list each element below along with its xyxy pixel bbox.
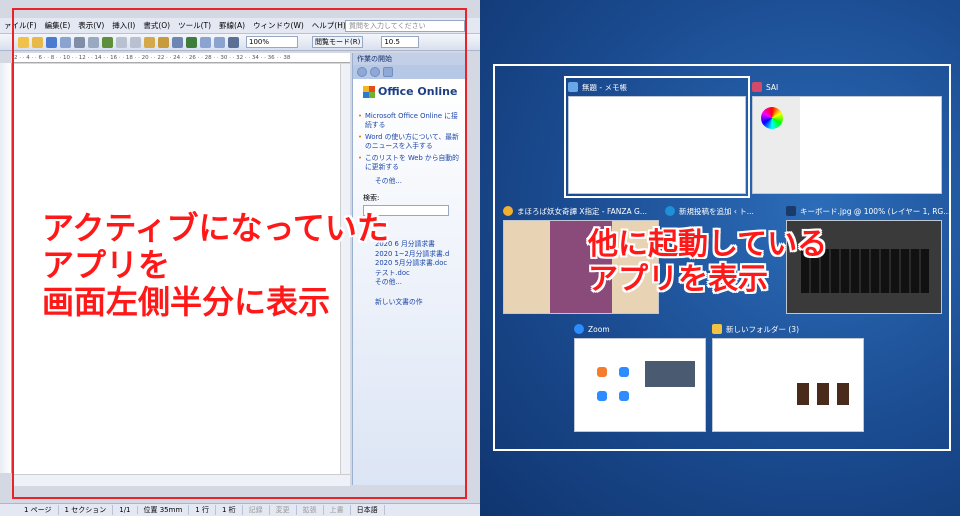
vertical-ruler [0, 63, 12, 473]
status-page: 1 ページ [0, 505, 59, 515]
status-rec[interactable]: 記録 [243, 505, 270, 515]
status-column: 1 桁 [216, 505, 243, 515]
status-line: 1 行 [189, 505, 216, 515]
status-bar: 1 ページ 1 セクション 1/1 位置 35mm 1 行 1 桁 記録 変更 … [0, 503, 480, 516]
right-annotation: 他に起動している アプリを表示 [588, 227, 828, 297]
status-pages: 1/1 [113, 506, 138, 514]
left-annotation: アクティブになっていた アプリを 画面左側半分に表示 [42, 209, 389, 321]
status-language: 日本語 [351, 505, 385, 515]
status-ovr[interactable]: 上書 [324, 505, 351, 515]
status-ext[interactable]: 拡張 [297, 505, 324, 515]
status-position: 位置 35mm [138, 505, 190, 515]
status-trk[interactable]: 変更 [270, 505, 297, 515]
status-section: 1 セクション [59, 505, 114, 515]
